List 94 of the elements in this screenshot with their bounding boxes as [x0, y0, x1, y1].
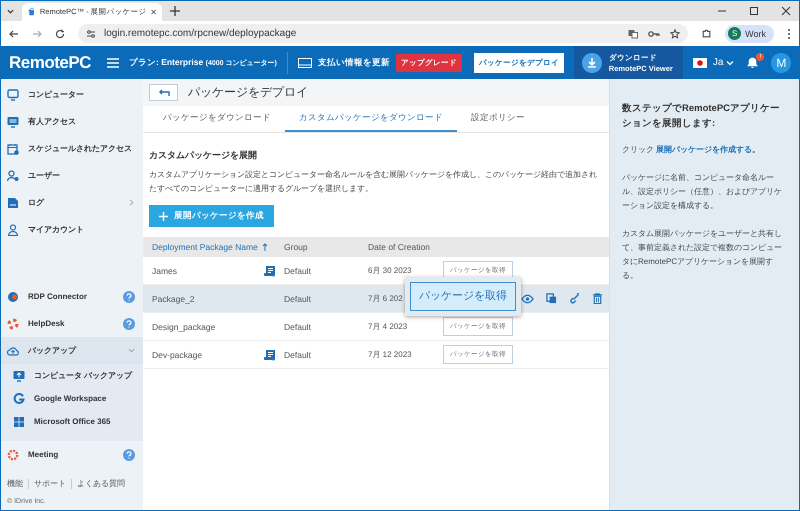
page-title: パッケージをデプロイ — [188, 84, 308, 101]
help-icon[interactable] — [123, 448, 135, 460]
more-icon[interactable] — [787, 28, 791, 40]
windows-icon — [13, 416, 25, 428]
chevron-icon — [726, 58, 734, 66]
sidebar-item[interactable]: コンピューター — [1, 81, 143, 108]
copy-icon[interactable] — [546, 293, 557, 304]
tab[interactable]: カスタムパッケージをダウンロード — [285, 106, 457, 132]
monitor-icon — [13, 370, 25, 382]
sidebar-item[interactable]: ログ — [1, 189, 143, 216]
help-text: クリック — [622, 145, 654, 154]
language-selector[interactable]: Ja — [712, 57, 734, 68]
return-arrow-icon — [158, 88, 170, 96]
creation-date: 7月 12 2023 — [368, 350, 412, 359]
site-settings-icon[interactable] — [86, 28, 96, 38]
sidebar-item[interactable]: スケジュールされたアクセス — [1, 135, 143, 162]
rdp-icon — [7, 290, 19, 302]
footer-link[interactable]: サポート — [34, 478, 66, 489]
get-package-button[interactable]: パッケージを取得 — [410, 282, 516, 311]
footer-link[interactable]: よくある質問 — [77, 478, 125, 489]
sidebar-subitem[interactable]: コンピュータ バックアップ — [1, 364, 143, 387]
close-icon[interactable] — [150, 8, 156, 16]
help-text: パッケージに名前、コンピュータ命名ルール、設定ポリシー（任意）、およびアプリケーション設定を構成する。 — [622, 172, 783, 212]
sidebar-item[interactable]: Meeting — [1, 441, 143, 468]
column-header[interactable]: Deployment Package Name — [143, 242, 284, 252]
calendar-icon — [7, 142, 19, 154]
monitor-icon — [7, 88, 19, 100]
user-icon — [7, 170, 19, 182]
translate-icon[interactable] — [628, 28, 638, 38]
group-cell-text: Default — [284, 322, 312, 332]
help-text: カスタム展開パッケージをユーザーと共有して、事前定義された設定で複数のコンピュータにRemotePCアプリケーションを展開する。 — [622, 228, 783, 282]
sidebar-subitem[interactable]: Google Workspace — [1, 387, 143, 410]
document-icon — [7, 196, 19, 208]
sidebar-item[interactable]: RDP Connector — [1, 283, 143, 310]
download-icon — [582, 52, 602, 72]
create-package-link[interactable]: 展開パッケージを作成する。 — [656, 145, 760, 154]
sidebar-item[interactable]: 有人アクセス — [1, 108, 143, 135]
tab-list-icon[interactable] — [7, 8, 14, 14]
japan-flag-icon[interactable] — [692, 58, 707, 68]
creation-date: 6月 30 2023 — [368, 266, 412, 275]
group-cell-text: Default — [284, 350, 312, 360]
reload-icon[interactable] — [55, 28, 65, 38]
link-icon[interactable] — [569, 293, 580, 304]
eye-icon[interactable] — [521, 294, 534, 304]
bell-icon[interactable] — [746, 56, 760, 69]
logo[interactable]: RemotePC — [9, 52, 101, 72]
sidebar-item[interactable]: HelpDesk — [1, 310, 143, 337]
sort-arrow-icon[interactable] — [262, 243, 268, 251]
group-cell-text: Default — [284, 294, 312, 304]
scroll-icon[interactable] — [264, 348, 276, 360]
sidebar-item[interactable]: バックアップ — [1, 337, 143, 364]
back-icon[interactable] — [9, 28, 19, 38]
new-tab-icon[interactable] — [170, 6, 180, 16]
section-description: カスタムアプリケーション設定とコンピューター命名ルールを含む展開パッケージを作成し、このパッケージ経由で追加されたすべてのコンピューターに適用するグループを選択します。 — [149, 169, 598, 195]
sidebar-item[interactable]: マイアカウント — [1, 216, 143, 243]
profile-button[interactable]: S Work — [725, 24, 774, 42]
billing-link[interactable]: 支払い情報を更新 — [318, 56, 390, 68]
card-icon[interactable] — [298, 58, 312, 68]
maximize-icon[interactable] — [749, 6, 759, 16]
key-icon[interactable] — [648, 28, 660, 38]
package-name: Design_package — [152, 322, 216, 332]
plus-icon — [159, 212, 168, 220]
section-heading: カスタムパッケージを展開 — [149, 149, 258, 162]
package-name: Package_2 — [152, 294, 195, 304]
footer-link[interactable]: 機能 — [7, 478, 23, 489]
sidebar-item[interactable]: ユーザー — [1, 162, 143, 189]
creation-date: 7月 6 202 — [368, 294, 403, 303]
star-icon[interactable] — [670, 28, 680, 38]
column-header[interactable]: Date of Creation — [368, 242, 443, 252]
extensions-icon[interactable] — [701, 28, 712, 39]
package-name: Dev-package — [152, 350, 202, 360]
help-icon[interactable] — [123, 318, 135, 330]
cloud-upload-icon — [7, 344, 19, 356]
close-icon[interactable] — [781, 6, 791, 16]
lifebuoy-icon — [7, 318, 19, 330]
tab[interactable]: 設定ポリシー — [457, 106, 539, 132]
back-button[interactable] — [149, 84, 178, 101]
sidebar-subitem[interactable]: Microsoft Office 365 — [1, 410, 143, 433]
group-cell-text: Default — [284, 266, 312, 276]
address-field[interactable]: login.remotepc.com/rpcnew/deploypackage — [78, 24, 688, 43]
help-heading: 数ステップでRemotePCアプリケーションを展開します: — [622, 102, 782, 131]
trash-icon[interactable] — [592, 293, 603, 304]
person-icon — [7, 224, 19, 236]
package-name: James — [152, 266, 178, 276]
menu-icon[interactable] — [107, 58, 119, 68]
meeting-icon — [7, 448, 19, 460]
help-icon[interactable] — [123, 290, 135, 302]
monitor-icon — [7, 116, 19, 128]
google-icon — [13, 392, 25, 404]
creation-date: 7月 4 2023 — [368, 322, 408, 331]
column-header[interactable]: Group — [284, 242, 368, 252]
app-icon — [28, 6, 36, 18]
tab[interactable]: パッケージをダウンロード — [149, 106, 285, 132]
scroll-icon[interactable] — [264, 264, 276, 276]
